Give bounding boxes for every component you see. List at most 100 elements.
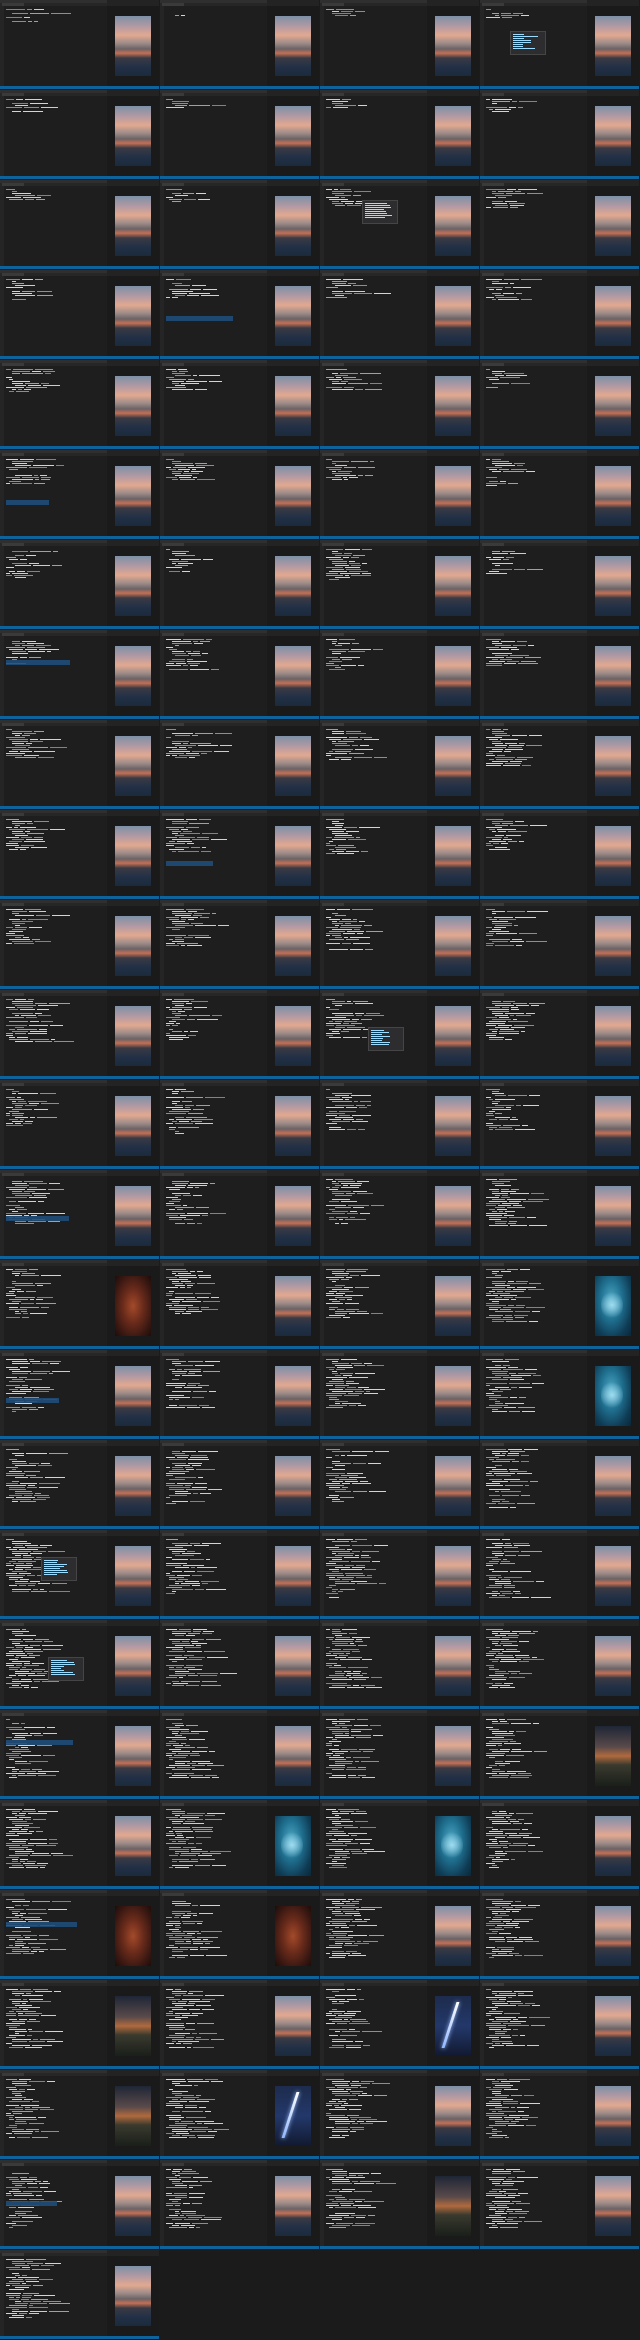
- autocomplete-item[interactable]: [513, 42, 531, 43]
- code-editor[interactable]: [160, 1356, 267, 1436]
- code-editor[interactable]: [160, 1446, 267, 1526]
- autocomplete-item[interactable]: [51, 1662, 74, 1663]
- code-editor[interactable]: [0, 546, 107, 626]
- code-editor[interactable]: [320, 186, 427, 266]
- code-editor[interactable]: [320, 456, 427, 536]
- code-editor[interactable]: [320, 816, 427, 896]
- code-editor[interactable]: [480, 366, 587, 446]
- code-editor[interactable]: [480, 1896, 587, 1976]
- code-editor[interactable]: [480, 1446, 587, 1526]
- autocomplete-item[interactable]: [513, 36, 538, 37]
- code-editor[interactable]: [480, 2166, 587, 2246]
- code-editor[interactable]: [160, 1806, 267, 1886]
- autocomplete-item[interactable]: [51, 1672, 73, 1673]
- code-editor[interactable]: [0, 6, 107, 86]
- code-editor[interactable]: [160, 2076, 267, 2156]
- autocomplete-item[interactable]: [371, 1030, 384, 1031]
- autocomplete-item[interactable]: [371, 1040, 382, 1041]
- code-editor[interactable]: [160, 546, 267, 626]
- autocomplete-item[interactable]: [51, 1664, 75, 1665]
- code-editor[interactable]: [0, 636, 107, 716]
- code-editor[interactable]: [160, 816, 267, 896]
- code-editor[interactable]: [480, 1986, 587, 2066]
- code-editor[interactable]: [160, 366, 267, 446]
- code-editor[interactable]: [480, 456, 587, 536]
- code-editor[interactable]: [0, 1446, 107, 1526]
- code-editor[interactable]: [320, 636, 427, 716]
- code-editor[interactable]: [320, 1626, 427, 1706]
- code-editor[interactable]: [160, 1986, 267, 2066]
- autocomplete-item[interactable]: [513, 48, 535, 49]
- code-editor[interactable]: [320, 1446, 427, 1526]
- autocomplete-item[interactable]: [371, 1036, 390, 1037]
- autocomplete-item[interactable]: [365, 207, 391, 208]
- code-editor[interactable]: [160, 996, 267, 1076]
- code-editor[interactable]: [0, 996, 107, 1076]
- autocomplete-popup[interactable]: [41, 1557, 77, 1581]
- autocomplete-item[interactable]: [44, 1562, 57, 1563]
- code-editor[interactable]: [320, 1356, 427, 1436]
- code-editor[interactable]: [0, 1086, 107, 1166]
- code-editor[interactable]: [160, 1626, 267, 1706]
- code-editor[interactable]: [0, 276, 107, 356]
- autocomplete-item[interactable]: [44, 1568, 60, 1569]
- autocomplete-item[interactable]: [513, 34, 524, 35]
- code-editor[interactable]: [160, 456, 267, 536]
- autocomplete-item[interactable]: [51, 1660, 67, 1661]
- autocomplete-item[interactable]: [513, 40, 531, 41]
- autocomplete-item[interactable]: [365, 215, 392, 216]
- code-editor[interactable]: [320, 366, 427, 446]
- code-editor[interactable]: [480, 1806, 587, 1886]
- code-editor[interactable]: [320, 546, 427, 626]
- code-editor[interactable]: [0, 1896, 107, 1976]
- autocomplete-item[interactable]: [371, 1034, 382, 1035]
- code-editor[interactable]: [480, 906, 587, 986]
- autocomplete-item[interactable]: [371, 1038, 383, 1039]
- autocomplete-item[interactable]: [365, 205, 390, 206]
- code-editor[interactable]: [0, 1716, 107, 1796]
- code-editor[interactable]: [320, 1806, 427, 1886]
- autocomplete-item[interactable]: [44, 1566, 64, 1567]
- code-editor[interactable]: [0, 1986, 107, 2066]
- code-editor[interactable]: [480, 1536, 587, 1616]
- code-editor[interactable]: [320, 1176, 427, 1256]
- code-editor[interactable]: [0, 1266, 107, 1346]
- code-editor[interactable]: [480, 1176, 587, 1256]
- code-editor[interactable]: [480, 816, 587, 896]
- code-editor[interactable]: [480, 636, 587, 716]
- code-editor[interactable]: [160, 1716, 267, 1796]
- code-editor[interactable]: [0, 96, 107, 176]
- autocomplete-item[interactable]: [365, 213, 387, 214]
- autocomplete-item[interactable]: [44, 1572, 68, 1573]
- code-editor[interactable]: [160, 636, 267, 716]
- code-editor[interactable]: [0, 816, 107, 896]
- code-editor[interactable]: [320, 96, 427, 176]
- code-editor[interactable]: [0, 456, 107, 536]
- code-editor[interactable]: [160, 96, 267, 176]
- autocomplete-popup[interactable]: [48, 1657, 84, 1681]
- autocomplete-item[interactable]: [365, 203, 387, 204]
- code-editor[interactable]: [320, 2076, 427, 2156]
- code-editor[interactable]: [320, 726, 427, 806]
- autocomplete-item[interactable]: [513, 44, 523, 45]
- code-editor[interactable]: [480, 1626, 587, 1706]
- autocomplete-item[interactable]: [44, 1570, 67, 1571]
- autocomplete-item[interactable]: [51, 1674, 75, 1675]
- code-editor[interactable]: [320, 2166, 427, 2246]
- code-editor[interactable]: [160, 726, 267, 806]
- code-editor[interactable]: [0, 2166, 107, 2246]
- code-editor[interactable]: [480, 996, 587, 1076]
- autocomplete-item[interactable]: [44, 1564, 67, 1565]
- code-editor[interactable]: [480, 96, 587, 176]
- code-editor[interactable]: [480, 1356, 587, 1436]
- code-editor[interactable]: [480, 1266, 587, 1346]
- autocomplete-item[interactable]: [371, 1044, 389, 1045]
- code-editor[interactable]: [320, 906, 427, 986]
- code-editor[interactable]: [0, 2256, 107, 2336]
- code-editor[interactable]: [160, 186, 267, 266]
- autocomplete-item[interactable]: [51, 1670, 64, 1671]
- code-editor[interactable]: [0, 726, 107, 806]
- code-editor[interactable]: [320, 6, 427, 86]
- code-editor[interactable]: [320, 1896, 427, 1976]
- autocomplete-popup[interactable]: [368, 1027, 404, 1051]
